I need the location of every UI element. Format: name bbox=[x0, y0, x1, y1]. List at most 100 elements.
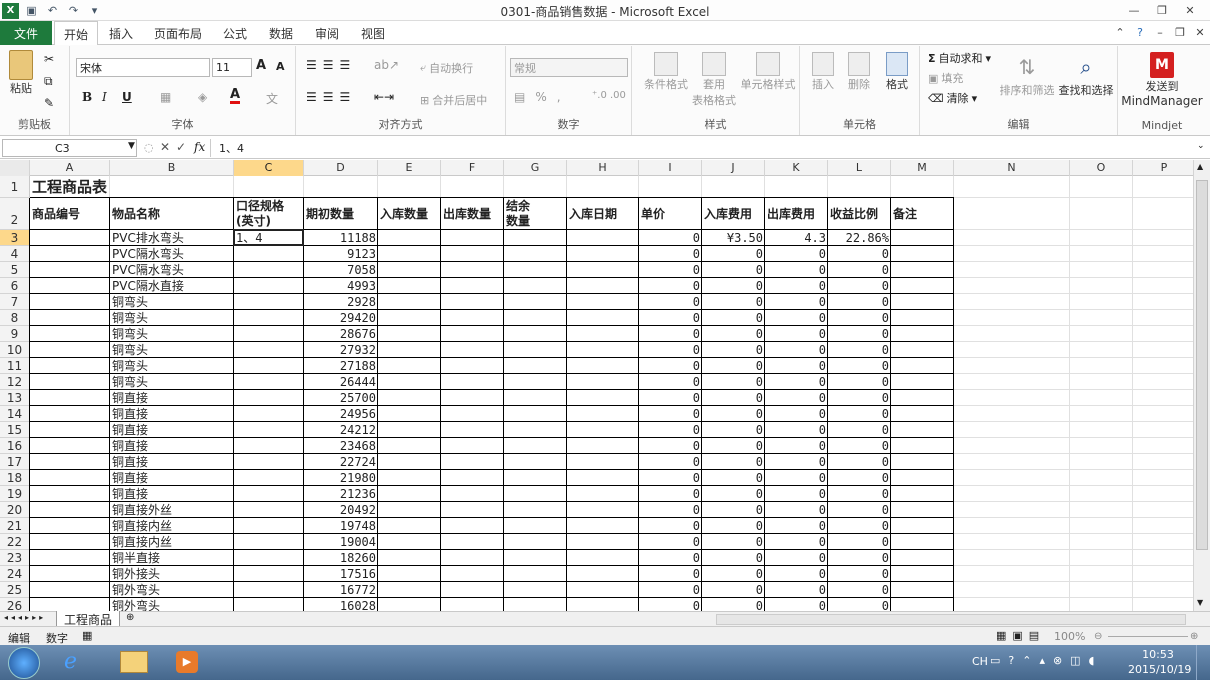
cell-styles-button[interactable]: 单元格样式 bbox=[738, 52, 798, 92]
table-cell[interactable]: 0 bbox=[765, 390, 828, 406]
table-cell[interactable]: 0 bbox=[639, 326, 702, 342]
table-cell[interactable]: 0 bbox=[639, 390, 702, 406]
format-painter-icon[interactable]: ✎ bbox=[44, 96, 54, 110]
table-cell[interactable]: 0 bbox=[702, 374, 765, 390]
find-select-button[interactable]: ⌕ 查找和选择 bbox=[1056, 52, 1116, 98]
table-cell[interactable]: 0 bbox=[828, 598, 891, 611]
sheet-tab-active[interactable]: 工程商品 bbox=[56, 611, 120, 627]
table-cell[interactable]: 0 bbox=[828, 310, 891, 326]
clock-time[interactable]: 10:53 bbox=[1134, 648, 1182, 661]
cancel-icon[interactable]: ✕ bbox=[160, 140, 170, 154]
table-cell[interactable]: PVC隔水弯头 bbox=[110, 262, 234, 278]
header-cell[interactable]: (英寸) bbox=[234, 213, 304, 229]
table-cell[interactable]: 铜外弯头 bbox=[110, 582, 234, 598]
table-cell[interactable]: 0 bbox=[639, 230, 702, 246]
restore-icon[interactable]: ❐ bbox=[1148, 0, 1176, 21]
table-cell[interactable]: 0 bbox=[765, 486, 828, 502]
column-header-e[interactable]: E bbox=[378, 160, 441, 176]
table-cell[interactable]: 0 bbox=[828, 470, 891, 486]
table-cell[interactable]: 0 bbox=[639, 534, 702, 550]
tab-review[interactable]: 审阅 bbox=[306, 21, 348, 45]
table-cell[interactable]: 0 bbox=[765, 454, 828, 470]
header-cell[interactable]: 备注 bbox=[891, 198, 954, 230]
row-header-20[interactable]: 20 bbox=[0, 502, 30, 518]
shrink-font-icon[interactable]: A bbox=[276, 60, 285, 73]
table-cell[interactable]: 0 bbox=[765, 438, 828, 454]
table-cell[interactable]: 7058 bbox=[304, 262, 378, 278]
table-cell[interactable]: 0 bbox=[828, 294, 891, 310]
table-cell[interactable]: 0 bbox=[828, 534, 891, 550]
table-cell[interactable]: 24956 bbox=[304, 406, 378, 422]
table-cell[interactable]: 0 bbox=[765, 582, 828, 598]
table-cell[interactable]: 铜弯头 bbox=[110, 374, 234, 390]
table-cell[interactable]: 0 bbox=[639, 470, 702, 486]
table-cell[interactable]: 铜弯头 bbox=[110, 358, 234, 374]
table-cell[interactable]: 29420 bbox=[304, 310, 378, 326]
table-cell[interactable]: 0 bbox=[639, 486, 702, 502]
table-cell[interactable]: 铜直接 bbox=[110, 390, 234, 406]
column-header-p[interactable]: P bbox=[1133, 160, 1196, 176]
doc-minimize-icon[interactable]: – bbox=[1150, 22, 1170, 43]
minimize-ribbon-icon[interactable]: ⌃ bbox=[1110, 22, 1130, 43]
table-cell[interactable]: 0 bbox=[765, 310, 828, 326]
row-header-24[interactable]: 24 bbox=[0, 566, 30, 582]
row-header-17[interactable]: 17 bbox=[0, 454, 30, 470]
table-cell[interactable]: 0 bbox=[702, 598, 765, 611]
sort-filter-button[interactable]: ⇅ 排序和筛选 bbox=[998, 52, 1056, 98]
table-cell[interactable]: 0 bbox=[702, 406, 765, 422]
table-cell[interactable]: 19748 bbox=[304, 518, 378, 534]
vertical-align-icons[interactable]: ☰☰☰ bbox=[306, 58, 356, 72]
table-cell[interactable]: 0 bbox=[702, 486, 765, 502]
send-to-mindmanager-button[interactable]: M 发送到 MindManager bbox=[1120, 52, 1204, 108]
column-header-k[interactable]: K bbox=[765, 160, 828, 176]
border-icon[interactable]: ▦ bbox=[160, 90, 171, 104]
header-cell[interactable]: 期初数量 bbox=[304, 198, 378, 230]
column-header-a[interactable]: A bbox=[30, 160, 110, 176]
table-cell[interactable]: 0 bbox=[639, 598, 702, 611]
table-cell[interactable]: 铜直接 bbox=[110, 406, 234, 422]
table-cell[interactable]: 0 bbox=[639, 358, 702, 374]
table-cell[interactable]: 0 bbox=[702, 534, 765, 550]
row-header-3[interactable]: 3 bbox=[0, 230, 30, 246]
table-cell[interactable]: 24212 bbox=[304, 422, 378, 438]
table-cell[interactable]: 0 bbox=[702, 566, 765, 582]
horizontal-align-icons[interactable]: ☰☰☰ bbox=[306, 90, 356, 104]
tab-formulas[interactable]: 公式 bbox=[214, 21, 256, 45]
doc-restore-icon[interactable]: ❐ bbox=[1170, 22, 1190, 43]
table-cell[interactable]: ¥3.50 bbox=[702, 230, 765, 246]
table-cell[interactable]: 20492 bbox=[304, 502, 378, 518]
table-cell[interactable]: 0 bbox=[702, 278, 765, 294]
row-header-15[interactable]: 15 bbox=[0, 422, 30, 438]
select-all-corner[interactable] bbox=[0, 160, 30, 176]
font-color-icon[interactable]: A bbox=[230, 88, 241, 104]
column-header-h[interactable]: H bbox=[567, 160, 639, 176]
row-header-1[interactable]: 1 bbox=[0, 176, 30, 198]
table-cell[interactable]: 0 bbox=[639, 294, 702, 310]
table-cell[interactable]: 0 bbox=[639, 502, 702, 518]
table-cell[interactable]: 0 bbox=[828, 390, 891, 406]
bold-icon[interactable]: B bbox=[82, 90, 92, 104]
table-cell[interactable]: 0 bbox=[828, 358, 891, 374]
table-cell[interactable]: 25700 bbox=[304, 390, 378, 406]
table-cell[interactable]: 22.86% bbox=[828, 230, 891, 246]
view-mode-icons[interactable]: ▦▣▤ bbox=[996, 629, 1045, 642]
tab-home[interactable]: 开始 bbox=[54, 21, 98, 46]
table-cell[interactable]: 26444 bbox=[304, 374, 378, 390]
table-cell[interactable]: 0 bbox=[828, 454, 891, 470]
table-cell[interactable]: 0 bbox=[702, 502, 765, 518]
delete-cells-button[interactable]: 删除 bbox=[842, 52, 876, 92]
row-header-10[interactable]: 10 bbox=[0, 342, 30, 358]
table-cell[interactable]: 0 bbox=[828, 262, 891, 278]
expand-formula-icon[interactable]: ⌄ bbox=[1197, 141, 1205, 151]
table-cell[interactable]: 铜弯头 bbox=[110, 342, 234, 358]
table-cell[interactable]: 16028 bbox=[304, 598, 378, 611]
table-cell[interactable]: 0 bbox=[639, 374, 702, 390]
format-as-table-button[interactable]: 套用 表格格式 bbox=[686, 52, 742, 108]
column-header-c[interactable]: C bbox=[234, 160, 304, 176]
table-cell[interactable]: 4993 bbox=[304, 278, 378, 294]
table-cell[interactable]: 0 bbox=[702, 246, 765, 262]
table-cell[interactable]: 0 bbox=[702, 262, 765, 278]
row-header-2[interactable]: 2 bbox=[0, 198, 30, 230]
table-cell[interactable]: 0 bbox=[828, 486, 891, 502]
insert-function-button[interactable]: fx bbox=[194, 140, 205, 154]
